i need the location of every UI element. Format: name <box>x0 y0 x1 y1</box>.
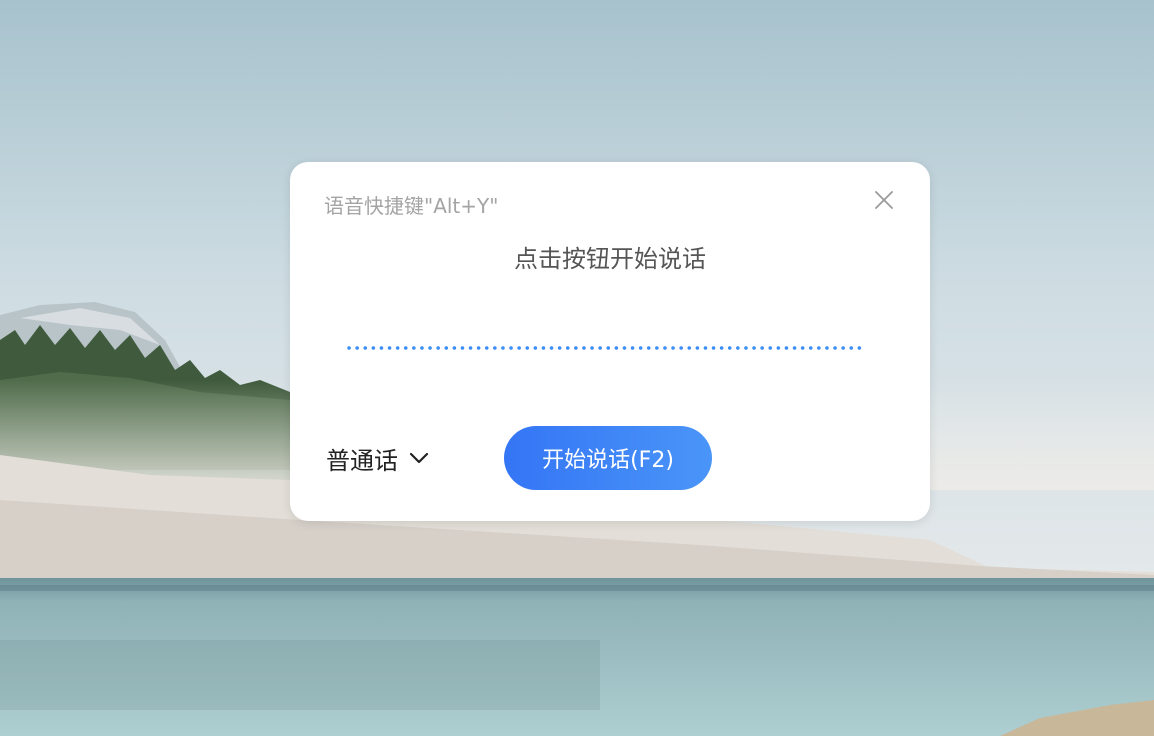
desktop: 语音快捷键"Alt+Y" 点击按钮开始说话 普通话 开始说话(F2) <box>0 0 1154 736</box>
language-select[interactable]: 普通话 <box>326 440 430 476</box>
close-icon <box>875 191 893 209</box>
voice-waveform <box>347 346 867 350</box>
voice-input-dialog: 语音快捷键"Alt+Y" 点击按钮开始说话 普通话 开始说话(F2) <box>290 162 930 521</box>
chevron-down-icon <box>409 452 429 464</box>
shortcut-hint: 语音快捷键"Alt+Y" <box>324 194 499 218</box>
start-speaking-button[interactable]: 开始说话(F2) <box>504 426 712 490</box>
close-button[interactable] <box>872 188 896 212</box>
prompt-text: 点击按钮开始说话 <box>514 245 706 273</box>
language-label: 普通话 <box>326 446 398 475</box>
